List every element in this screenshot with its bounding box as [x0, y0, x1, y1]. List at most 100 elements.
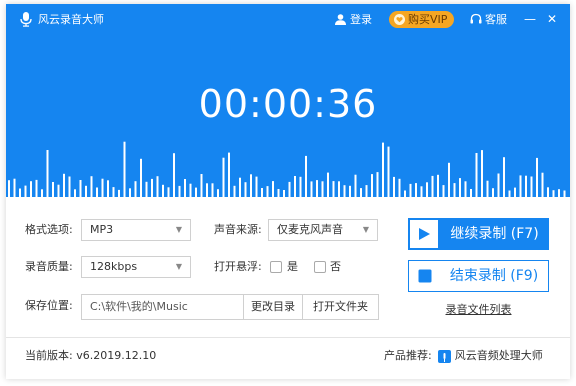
minimize-button[interactable]: —: [524, 4, 536, 34]
support-link[interactable]: 客服: [470, 4, 507, 34]
waveform-bar: [530, 176, 533, 197]
float-no-checkbox[interactable]: [314, 261, 326, 273]
waveform-bar: [332, 181, 335, 197]
waveform-bar: [365, 185, 368, 197]
waveform-bar: [448, 162, 450, 197]
audio-app-icon: [437, 349, 451, 363]
close-button[interactable]: ✕: [547, 4, 557, 34]
waveform-bar: [162, 184, 164, 197]
waveform-bar: [233, 185, 236, 197]
quality-select[interactable]: 128kbps ▼: [81, 256, 191, 278]
source-select[interactable]: 仅麦克风声音 ▼: [268, 219, 378, 241]
waveform-bar: [145, 181, 148, 197]
float-yes-label: 是: [287, 260, 298, 273]
timer-display: 00:00:36: [198, 82, 378, 126]
waveform-bar: [481, 150, 483, 197]
version-label: 当前版本:: [25, 349, 73, 362]
waveform-visualizer: [8, 141, 566, 197]
waveform-bar: [514, 187, 516, 197]
source-value: 仅麦克风声音: [277, 223, 343, 236]
chevron-down-icon: ▼: [362, 225, 369, 234]
float-yes-checkbox[interactable]: [270, 261, 282, 273]
quality-value: 128kbps: [90, 260, 138, 273]
waveform-bar: [173, 153, 175, 197]
stop-icon: [418, 269, 431, 283]
waveform-bar: [222, 157, 225, 197]
waveform-bar: [250, 174, 252, 197]
footer-divider: [6, 337, 570, 338]
waveform-bar: [283, 190, 285, 197]
waveform-bar: [497, 173, 500, 197]
waveform-bar: [288, 181, 291, 197]
waveform-bar: [503, 157, 505, 197]
waveform-bar: [492, 188, 494, 197]
waveform-bar: [46, 150, 49, 197]
waveform-bar: [79, 180, 82, 197]
play-icon-box: [408, 218, 440, 250]
login-label: 登录: [350, 13, 372, 26]
waveform-bar: [123, 141, 126, 197]
end-recording-button[interactable]: 结束录制 (F9): [408, 260, 549, 292]
waveform-bar: [8, 180, 10, 197]
waveform-bar: [211, 183, 214, 197]
waveform-bar: [442, 185, 445, 197]
waveform-bar: [68, 176, 71, 197]
headset-icon: [470, 13, 482, 24]
waveform-bar: [338, 181, 340, 197]
recording-panel: 风云录音大师 登录 购买VIP 客服 — ✕ 00:00:36: [6, 4, 570, 197]
end-recording-label: 结束录制 (F9): [449, 268, 539, 284]
waveform-bar: [85, 185, 87, 197]
waveform-bar: [371, 174, 373, 197]
waveform-bar: [35, 179, 38, 197]
waveform-bar: [118, 189, 120, 197]
login-link[interactable]: 登录: [335, 4, 372, 34]
version-value: v6.2019.12.10: [76, 349, 157, 362]
waveform-bar: [470, 189, 472, 197]
quality-label: 录音质量:: [25, 260, 73, 273]
waveform-bar: [272, 181, 274, 197]
waveform-bar: [184, 179, 186, 197]
waveform-bar: [200, 174, 203, 197]
waveform-bar: [189, 183, 192, 197]
continue-recording-button[interactable]: 继续录制 (F7): [408, 218, 549, 250]
waveform-bar: [239, 177, 241, 197]
recommend-product-link[interactable]: 风云音频处理大师: [455, 345, 543, 367]
waveform-bar: [178, 185, 181, 197]
waveform-bar: [90, 176, 93, 197]
product-recommendation: 产品推荐: 风云音频处理大师: [384, 345, 543, 367]
waveform-bar: [398, 178, 401, 197]
float-no-label: 否: [330, 260, 341, 273]
vip-button[interactable]: 购买VIP: [389, 4, 454, 34]
waveform-bar: [453, 183, 456, 197]
waveform-bar: [536, 157, 538, 197]
waveform-bar: [519, 175, 522, 197]
file-list-link[interactable]: 录音文件列表: [408, 301, 549, 317]
heart-icon: [394, 13, 405, 25]
format-select[interactable]: MP3 ▼: [81, 219, 191, 241]
continue-recording-label: 继续录制 (F7): [450, 226, 539, 242]
waveform-bar: [156, 176, 159, 197]
minimize-icon: —: [524, 12, 536, 26]
waveform-bar: [52, 182, 54, 197]
waveform-bar: [228, 152, 230, 197]
waveform-bar: [30, 181, 32, 197]
save-path-field[interactable]: C:\软件\我的\Music: [81, 294, 244, 320]
waveform-bar: [41, 189, 43, 197]
waveform-bar: [343, 185, 346, 197]
source-label: 声音来源:: [214, 223, 262, 236]
waveform-bar: [244, 182, 247, 197]
waveform-bar: [360, 188, 362, 197]
version-info: 当前版本: v6.2019.12.10: [25, 345, 156, 367]
open-folder-button[interactable]: 打开文件夹: [302, 294, 379, 320]
waveform-bar: [261, 188, 263, 197]
waveform-bar: [129, 188, 131, 197]
change-directory-button[interactable]: 更改目录: [243, 294, 303, 320]
waveform-bar: [563, 190, 566, 197]
waveform-bar: [74, 189, 76, 197]
waveform-bar: [63, 173, 65, 197]
waveform-bar: [426, 182, 428, 197]
chevron-down-icon: ▼: [175, 225, 182, 234]
recommend-label: 产品推荐:: [384, 349, 432, 362]
waveform-bar: [459, 178, 461, 197]
open-folder-label: 打开文件夹: [313, 300, 368, 313]
